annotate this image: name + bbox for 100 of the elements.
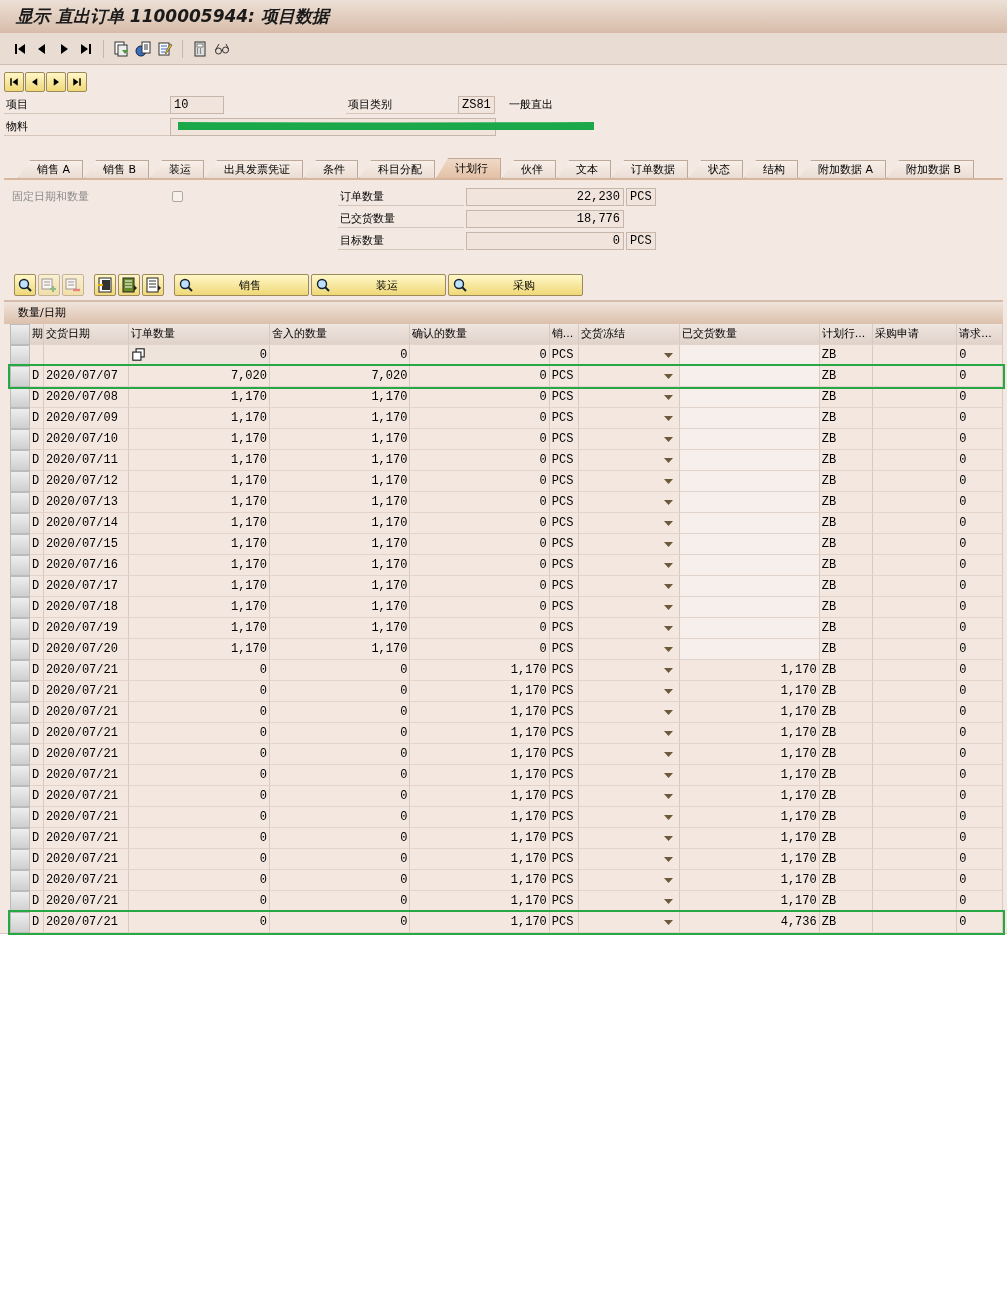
table-cell: D <box>29 912 44 933</box>
row-selector[interactable] <box>10 408 30 429</box>
toolbar-button[interactable]: 销售 <box>174 274 309 296</box>
row-selector[interactable] <box>10 471 30 492</box>
tab[interactable]: 结构 <box>744 160 799 178</box>
table-cell: 0 <box>128 912 270 933</box>
table-title: 数量/日期 <box>4 302 1003 324</box>
tab[interactable]: 销售 A <box>18 160 84 178</box>
table-cell: 7,020 <box>128 366 270 387</box>
toolbar-button[interactable]: 采购 <box>448 274 583 296</box>
magnifier-icon <box>452 277 468 293</box>
document-icon[interactable] <box>113 40 129 57</box>
row-selector[interactable] <box>10 660 30 681</box>
column-header: 采购申请 <box>872 324 958 345</box>
row-selector[interactable] <box>10 639 30 660</box>
row-selector[interactable] <box>10 618 30 639</box>
globe-document-icon[interactable] <box>135 40 151 57</box>
dropdown-caret-icon <box>664 836 674 841</box>
field-label: 项目 <box>4 96 170 114</box>
unit-field[interactable]: PCS <box>626 188 656 206</box>
dropdown-caret-icon <box>664 605 674 610</box>
dropdown-caret-icon <box>664 920 674 925</box>
column-header: 交货冻结 <box>578 324 681 345</box>
quantity-field[interactable]: 0 <box>466 232 624 250</box>
row-selector[interactable] <box>10 765 30 786</box>
tab[interactable]: 订单数据 <box>612 160 689 178</box>
dropdown-caret-icon <box>664 752 674 757</box>
select-block-icon <box>121 277 137 293</box>
magnifier-button[interactable] <box>14 274 36 296</box>
deselect-button[interactable] <box>142 274 164 296</box>
row-selector[interactable] <box>10 849 30 870</box>
row-selector[interactable] <box>10 576 30 597</box>
column-header: 已交货数量 <box>680 324 820 345</box>
dropdown-caret-icon <box>664 500 674 505</box>
tab[interactable]: 条件 <box>304 160 359 178</box>
insert-row-icon <box>41 277 57 293</box>
calculator-icon[interactable] <box>192 40 208 57</box>
row-selector[interactable] <box>10 492 30 513</box>
copy-icon[interactable] <box>131 348 145 361</box>
first-button[interactable] <box>4 72 24 92</box>
row-selector[interactable] <box>10 366 30 387</box>
tab[interactable]: 装运 <box>150 160 205 178</box>
quantity-field[interactable]: 18,776 <box>466 210 624 228</box>
row-selector[interactable] <box>10 807 30 828</box>
dropdown-caret-icon <box>664 584 674 589</box>
tab[interactable]: 销售 B <box>84 160 150 178</box>
row-selector[interactable] <box>10 555 30 576</box>
previous-button[interactable] <box>25 72 45 92</box>
item-category-field[interactable]: ZS81 <box>458 96 495 114</box>
column-header: 订单数量 <box>128 324 270 345</box>
unit-field[interactable]: PCS <box>626 232 656 250</box>
row-selector[interactable] <box>10 513 30 534</box>
next-button[interactable] <box>46 72 66 92</box>
row-selector[interactable] <box>10 429 30 450</box>
magnifier-icon <box>17 277 33 293</box>
tab[interactable]: 附加数据 B <box>887 160 975 178</box>
dropdown-caret-icon <box>664 857 674 862</box>
tab[interactable]: 计划行 <box>436 158 502 178</box>
row-selector[interactable] <box>10 681 30 702</box>
tab[interactable]: 科目分配 <box>359 160 436 178</box>
dropdown-caret-icon <box>664 815 674 820</box>
dropdown-caret-icon <box>664 794 674 799</box>
table-cell: 7,020 <box>269 366 411 387</box>
toolbar-button[interactable]: 装运 <box>311 274 446 296</box>
row-selector[interactable] <box>10 828 30 849</box>
quantity-field[interactable]: 22,230 <box>466 188 624 206</box>
dropdown-caret-icon <box>664 731 674 736</box>
table-cell: D <box>29 366 44 387</box>
row-selector[interactable] <box>10 786 30 807</box>
select-block-button[interactable] <box>118 274 140 296</box>
row-selector[interactable] <box>10 702 30 723</box>
tab[interactable]: 伙伴 <box>502 160 557 178</box>
row-selector[interactable] <box>10 912 30 933</box>
tab[interactable]: 文本 <box>557 160 612 178</box>
row-selector[interactable] <box>10 387 30 408</box>
dropdown-field[interactable] <box>578 912 681 933</box>
row-selector[interactable] <box>10 723 30 744</box>
row-selector[interactable] <box>10 534 30 555</box>
tab[interactable]: 出具发票凭证 <box>205 160 304 178</box>
magnifier-icon <box>178 277 194 293</box>
table-cell: 1,170 <box>410 912 550 933</box>
row-selector[interactable] <box>10 450 30 471</box>
item-field[interactable]: 10 <box>170 96 224 114</box>
row-selector[interactable] <box>10 870 30 891</box>
row-selector[interactable] <box>10 744 30 765</box>
column-header: 舍入的数量 <box>270 324 411 345</box>
dropdown-caret-icon <box>664 689 674 694</box>
tab[interactable]: 附加数据 A <box>799 160 887 178</box>
edit-icon[interactable] <box>157 40 173 57</box>
dropdown-caret-icon <box>664 353 674 358</box>
row-selector[interactable] <box>10 345 30 366</box>
select-all-button[interactable] <box>94 274 116 296</box>
dropdown-caret-icon <box>664 437 674 442</box>
dropdown-caret-icon <box>664 521 674 526</box>
last-button[interactable] <box>67 72 87 92</box>
tab[interactable]: 状态 <box>689 160 744 178</box>
dropdown-caret-icon <box>664 773 674 778</box>
table-cell: 0 <box>957 366 1003 387</box>
row-selector[interactable] <box>10 597 30 618</box>
row-selector[interactable] <box>10 891 30 912</box>
